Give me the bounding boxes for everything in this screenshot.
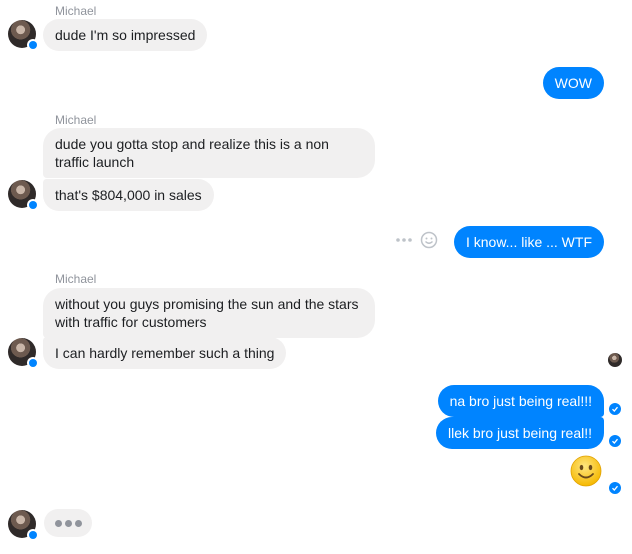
contact-avatar[interactable] — [8, 338, 39, 369]
contact-avatar[interactable] — [8, 20, 39, 51]
smiley-react-icon[interactable] — [420, 231, 438, 249]
messenger-badge-icon — [27, 357, 39, 369]
message-outgoing[interactable]: na bro just being real!!! — [437, 385, 604, 417]
sender-name: Michael — [55, 272, 97, 286]
messenger-badge-icon — [27, 199, 39, 211]
message-incoming[interactable]: dude you gotta stop and realize this is … — [43, 128, 375, 178]
message-incoming[interactable]: I can hardly remember such a thing — [43, 337, 287, 369]
contact-avatar[interactable] — [8, 180, 39, 211]
check-circle-icon — [609, 403, 621, 415]
check-circle-icon — [609, 435, 621, 447]
message-incoming[interactable]: that's $804,000 in sales — [43, 179, 214, 211]
contact-avatar[interactable] — [8, 510, 39, 541]
typing-indicator — [44, 509, 92, 537]
sender-name: Michael — [55, 113, 97, 127]
message-incoming[interactable]: without you guys promising the sun and t… — [43, 288, 375, 338]
seen-avatar — [608, 353, 622, 367]
message-incoming[interactable]: dude I'm so impressed — [43, 19, 208, 51]
message-outgoing[interactable]: WOW — [542, 67, 604, 99]
messenger-badge-icon — [27, 39, 39, 51]
smiley-emoji[interactable] — [570, 455, 602, 487]
message-outgoing[interactable]: I know... like ... WTF — [453, 226, 604, 258]
messenger-badge-icon — [27, 529, 39, 541]
more-dots-icon[interactable] — [395, 233, 413, 247]
message-outgoing[interactable]: llek bro just being real!! — [436, 417, 604, 449]
check-circle-icon — [609, 482, 621, 494]
sender-name: Michael — [55, 4, 97, 18]
